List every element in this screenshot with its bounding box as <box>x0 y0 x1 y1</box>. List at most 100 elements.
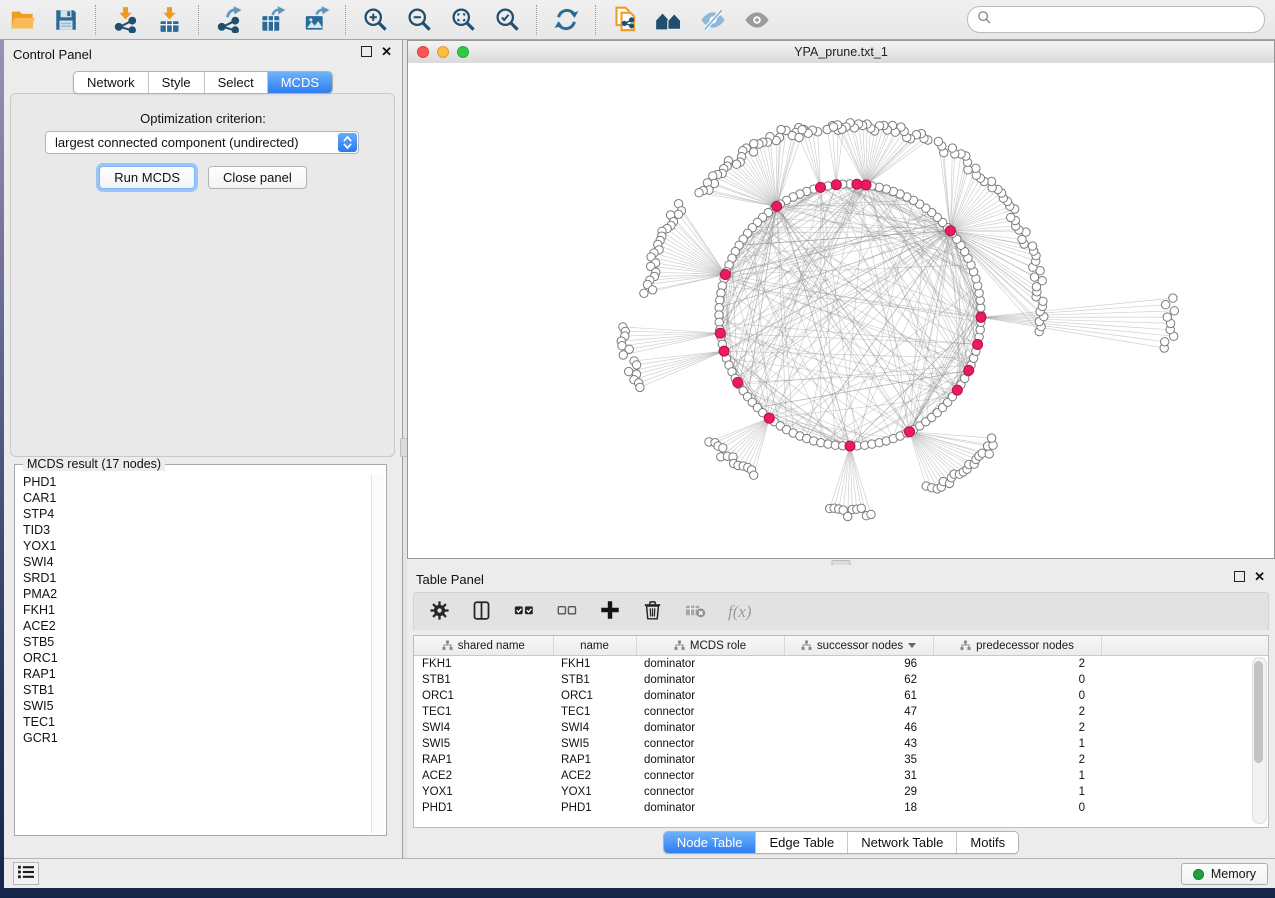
table-cell[interactable]: FKH1 <box>414 656 553 673</box>
show-panels-button[interactable] <box>13 862 39 885</box>
mcds-node[interactable] <box>764 413 774 423</box>
table-cell[interactable]: PHD1 <box>553 800 636 816</box>
tab-edge-table[interactable]: Edge Table <box>756 832 848 853</box>
open-session-button[interactable] <box>7 5 37 35</box>
table-cell[interactable]: 61 <box>784 688 933 704</box>
delete-button[interactable] <box>642 600 663 624</box>
table-cell[interactable]: TEC1 <box>553 704 636 720</box>
tab-mcds[interactable]: MCDS <box>268 72 332 93</box>
tab-motifs[interactable]: Motifs <box>957 832 1018 853</box>
table-cell[interactable]: YOX1 <box>553 784 636 800</box>
table-row[interactable]: FKH1FKH1dominator962 <box>414 656 1268 673</box>
close-panel-icon[interactable]: ✕ <box>381 46 392 57</box>
mcds-result-item[interactable]: TID3 <box>23 522 370 538</box>
toggle-columns-button[interactable] <box>471 600 492 624</box>
network-canvas[interactable] <box>408 63 1274 558</box>
mcds-result-item[interactable]: STB1 <box>23 682 370 698</box>
mcds-node[interactable] <box>719 346 729 356</box>
tab-style[interactable]: Style <box>149 72 205 93</box>
mcds-result-item[interactable]: FKH1 <box>23 602 370 618</box>
table-cell[interactable]: dominator <box>636 688 784 704</box>
tab-node-table[interactable]: Node Table <box>664 832 757 853</box>
mcds-node[interactable] <box>831 180 841 190</box>
hide-selected-button[interactable] <box>698 5 728 35</box>
table-cell[interactable]: 1 <box>933 768 1101 784</box>
import-table-button[interactable] <box>154 5 184 35</box>
mcds-result-item[interactable]: STP4 <box>23 506 370 522</box>
mcds-list-scrollbar[interactable] <box>371 475 384 833</box>
export-image-button[interactable] <box>301 5 331 35</box>
mcds-result-item[interactable]: CAR1 <box>23 490 370 506</box>
table-cell[interactable]: 2 <box>933 752 1101 768</box>
mcds-result-item[interactable]: ACE2 <box>23 618 370 634</box>
clone-network-button[interactable] <box>610 5 640 35</box>
column-header[interactable]: predecessor nodes <box>933 636 1101 656</box>
table-row[interactable]: ACE2ACE2connector311 <box>414 768 1268 784</box>
table-row[interactable]: YOX1YOX1connector291 <box>414 784 1268 800</box>
mcds-result-item[interactable]: SWI5 <box>23 698 370 714</box>
table-cell[interactable]: SWI5 <box>553 736 636 752</box>
table-cell[interactable]: dominator <box>636 752 784 768</box>
table-settings-button[interactable] <box>429 600 450 624</box>
table-cell[interactable]: 0 <box>933 688 1101 704</box>
table-cell[interactable]: PHD1 <box>414 800 553 816</box>
leaf-nodes[interactable] <box>617 119 1178 521</box>
mcds-node[interactable] <box>816 182 826 192</box>
network-graph[interactable] <box>408 63 1274 558</box>
mcds-node[interactable] <box>772 201 782 211</box>
table-scrollbar-thumb[interactable] <box>1254 661 1263 763</box>
run-mcds-button[interactable]: Run MCDS <box>99 166 195 189</box>
table-cell[interactable]: ORC1 <box>553 688 636 704</box>
table-row[interactable]: SWI4SWI4dominator462 <box>414 720 1268 736</box>
table-cell[interactable]: SWI4 <box>414 720 553 736</box>
mcds-node[interactable] <box>952 385 962 395</box>
mcds-result-item[interactable]: PMA2 <box>23 586 370 602</box>
column-header[interactable]: MCDS role <box>636 636 784 656</box>
mcds-node[interactable] <box>973 340 983 350</box>
mcds-result-item[interactable]: GCR1 <box>23 730 370 746</box>
network-window-titlebar[interactable]: YPA_prune.txt_1 <box>408 41 1274 64</box>
mcds-result-item[interactable]: PHD1 <box>23 474 370 490</box>
table-cell[interactable]: FKH1 <box>553 656 636 673</box>
add-button[interactable] <box>599 599 621 624</box>
table-row[interactable]: TEC1TEC1connector472 <box>414 704 1268 720</box>
tab-network[interactable]: Network <box>74 72 149 93</box>
table-cell[interactable]: dominator <box>636 672 784 688</box>
table-cell[interactable]: 96 <box>784 656 933 673</box>
memory-button[interactable]: Memory <box>1181 863 1268 885</box>
select-all-rows-button[interactable] <box>513 599 535 624</box>
mcds-result-item[interactable]: SWI4 <box>23 554 370 570</box>
table-scrollbar[interactable] <box>1252 657 1267 824</box>
table-cell[interactable]: dominator <box>636 800 784 816</box>
mcds-result-item[interactable]: TEC1 <box>23 714 370 730</box>
table-cell[interactable]: 62 <box>784 672 933 688</box>
zoom-out-button[interactable] <box>404 5 434 35</box>
table-cell[interactable]: YOX1 <box>414 784 553 800</box>
mcds-result-item[interactable]: STB5 <box>23 634 370 650</box>
import-network-button[interactable] <box>110 5 140 35</box>
table-cell[interactable]: 2 <box>933 656 1101 673</box>
tab-select[interactable]: Select <box>205 72 268 93</box>
column-header[interactable]: name <box>553 636 636 656</box>
table-cell[interactable]: 31 <box>784 768 933 784</box>
table-cell[interactable]: SWI5 <box>414 736 553 752</box>
search-input[interactable] <box>998 11 1255 28</box>
table-cell[interactable]: RAP1 <box>414 752 553 768</box>
table-cell[interactable]: 2 <box>933 720 1101 736</box>
mcds-node[interactable] <box>733 378 743 388</box>
mcds-result-item[interactable]: YOX1 <box>23 538 370 554</box>
table-cell[interactable]: STB1 <box>553 672 636 688</box>
zoom-selected-button[interactable] <box>492 5 522 35</box>
table-cell[interactable]: 2 <box>933 704 1101 720</box>
table-cell[interactable]: connector <box>636 784 784 800</box>
table-cell[interactable]: STB1 <box>414 672 553 688</box>
table-cell[interactable]: 18 <box>784 800 933 816</box>
mcds-result-item[interactable]: ORC1 <box>23 650 370 666</box>
table-cell[interactable]: 1 <box>933 784 1101 800</box>
table-cell[interactable]: ACE2 <box>553 768 636 784</box>
table-cell[interactable]: 0 <box>933 800 1101 816</box>
table-cell[interactable]: 43 <box>784 736 933 752</box>
mcds-node[interactable] <box>964 365 974 375</box>
close-panel-button[interactable]: Close panel <box>208 166 307 189</box>
mcds-node[interactable] <box>905 427 915 437</box>
